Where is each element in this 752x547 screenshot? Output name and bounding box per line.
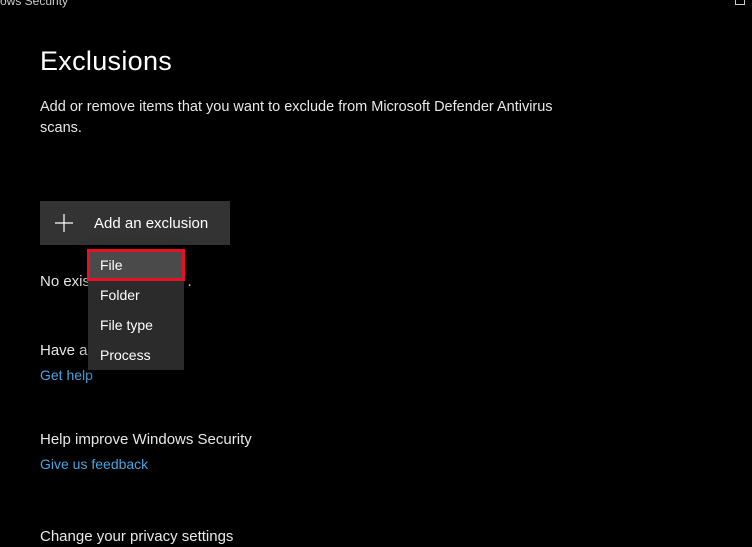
page-description: Add or remove items that you want to exc…: [40, 97, 560, 139]
feedback-link[interactable]: Give us feedback: [40, 456, 560, 472]
exclusion-type-dropdown: File Folder File type Process: [88, 250, 184, 370]
window-title: ows Security: [0, 0, 68, 8]
add-exclusion-button[interactable]: Add an exclusion: [40, 201, 230, 245]
dropdown-item-file[interactable]: File: [88, 250, 184, 280]
dropdown-item-file-type[interactable]: File type: [88, 310, 184, 340]
privacy-heading: Change your privacy settings: [40, 528, 560, 545]
privacy-section: Change your privacy settings: [40, 528, 560, 545]
improve-heading: Help improve Windows Security: [40, 431, 560, 448]
plus-icon: [54, 213, 74, 233]
main-content: Exclusions Add or remove items that you …: [0, 16, 560, 545]
window-titlebar: ows Security: [0, 0, 752, 16]
add-exclusion-label: Add an exclusion: [94, 215, 208, 232]
page-title: Exclusions: [40, 46, 560, 77]
dropdown-item-process[interactable]: Process: [88, 340, 184, 370]
improve-section: Help improve Windows Security Give us fe…: [40, 431, 560, 472]
maximize-icon[interactable]: [734, 0, 746, 6]
dropdown-item-folder[interactable]: Folder: [88, 280, 184, 310]
